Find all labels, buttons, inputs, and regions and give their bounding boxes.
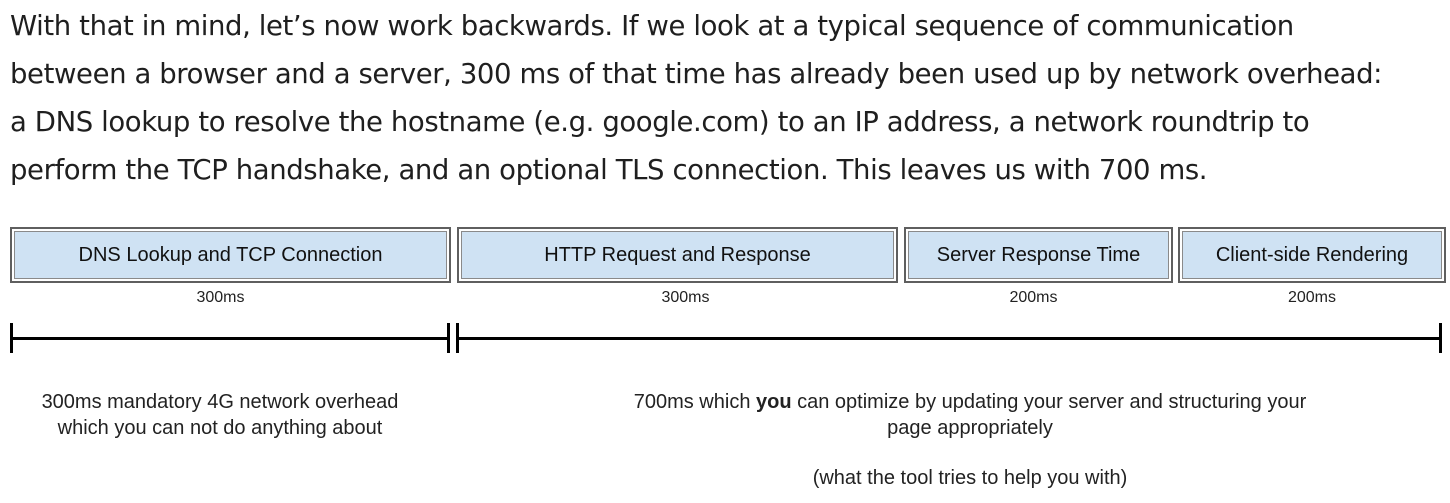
overhead-caption-line-1: 300ms mandatory 4G network overhead — [41, 391, 399, 413]
paragraph-line-3: a DNS lookup to resolve the hostname (e.… — [10, 106, 1310, 138]
overhead-caption: 300ms mandatory 4G network overhead whic… — [10, 389, 430, 441]
optimizable-caption-emphasis: you — [756, 391, 792, 413]
duration-dns-tcp: 300ms — [196, 289, 245, 306]
timeline-tick-right-end — [1439, 323, 1442, 353]
optimizable-caption-suffix: can optimize by updating your server and… — [791, 391, 1307, 413]
optimizable-caption-prefix: 700ms which — [633, 391, 756, 413]
phase-box-http: HTTP Request and Response — [457, 227, 898, 283]
phase-box-client-rendering: Client-side Rendering — [1178, 227, 1446, 283]
optimizable-caption-note: (what the tool tries to help you with) — [812, 467, 1128, 489]
phase-box-dns-tcp: DNS Lookup and TCP Connection — [10, 227, 451, 283]
optimizable-caption: 700ms which you can optimize by updating… — [560, 389, 1380, 491]
duration-http: 300ms — [661, 289, 710, 306]
optimizable-caption-line-2: page appropriately — [887, 417, 1053, 439]
paragraph-line-4: perform the TCP handshake, and an option… — [10, 154, 1208, 186]
timeline-line-optimizable — [456, 337, 1442, 340]
timeline-line-overhead — [10, 337, 450, 340]
intro-paragraph: With that in mind, let’s now work backwa… — [10, 2, 1445, 194]
paragraph-line-1: With that in mind, let’s now work backwa… — [10, 10, 1294, 42]
phase-box-server-response: Server Response Time — [904, 227, 1173, 283]
paragraph-line-2: between a browser and a server, 300 ms o… — [10, 58, 1383, 90]
duration-server-response: 200ms — [1009, 289, 1058, 306]
overhead-caption-line-2: which you can not do anything about — [57, 417, 383, 439]
duration-client-rendering: 200ms — [1287, 289, 1337, 306]
optimizable-caption-line-1: 700ms which you can optimize by updating… — [560, 389, 1380, 415]
timeline-tick-left-end — [447, 323, 450, 353]
